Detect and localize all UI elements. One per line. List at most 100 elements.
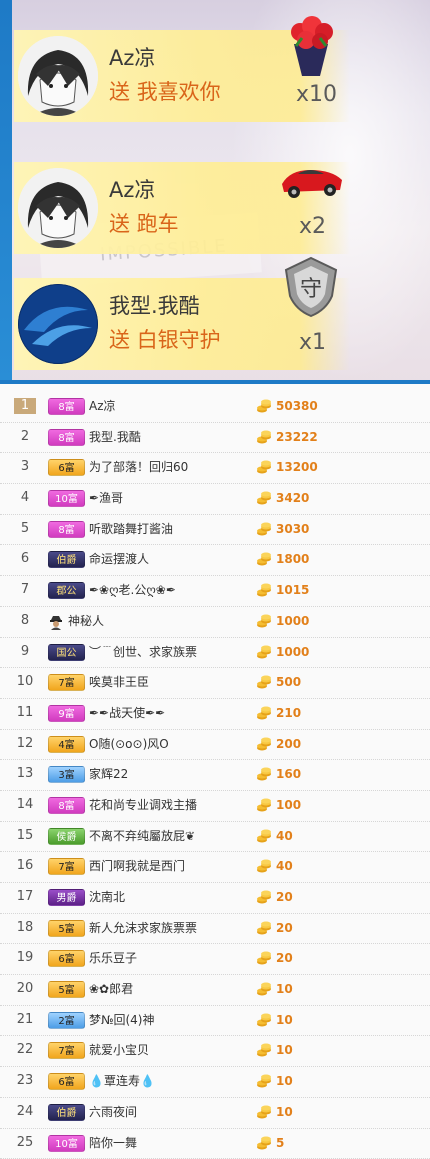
table-row[interactable]: 119富✒✒战天使✒✒210	[0, 699, 430, 730]
wealth-level-badge: 4富	[48, 736, 85, 753]
user-name[interactable]: 命运摆渡人	[89, 551, 149, 568]
user-name[interactable]: 唉莫非王臣	[89, 674, 149, 691]
user-name[interactable]: ✒❀ღ老.公ღ❀✒	[89, 582, 176, 599]
coin-stack-icon	[256, 889, 272, 905]
table-row[interactable]: 236富💧覃连寿💧10	[0, 1067, 430, 1098]
table-row[interactable]: 133富家辉22160	[0, 760, 430, 791]
table-row[interactable]: 410富✒渔哥3420	[0, 484, 430, 515]
user-name[interactable]: ❀✿郎君	[89, 981, 133, 998]
table-row[interactable]: 15侯爵不离不弃纯屬放屁❦40	[0, 822, 430, 853]
wealth-level-badge: 5富	[48, 920, 85, 937]
coin-stack-icon	[256, 950, 272, 966]
ranking-list: 18富Az凉5038028富我型.我酷2322236富为了部落！回归601320…	[0, 392, 430, 1159]
table-row[interactable]: 24伯爵六雨夜间10	[0, 1098, 430, 1129]
contribution-score: 20	[276, 950, 293, 967]
contribution-score: 10	[276, 1073, 293, 1090]
user-name[interactable]: ✒渔哥	[89, 490, 123, 507]
table-row[interactable]: 107富唉莫非王臣500	[0, 668, 430, 699]
table-row[interactable]: 185富新人允沫求家族票票20	[0, 914, 430, 945]
table-row[interactable]: 148富花和尚专业调戏主播100	[0, 791, 430, 822]
anime-avatar[interactable]	[18, 168, 98, 248]
table-row[interactable]: 17男爵沈南北20	[0, 883, 430, 914]
rank-number: 9	[14, 644, 36, 660]
table-row[interactable]: 28富我型.我酷23222	[0, 423, 430, 454]
user-name[interactable]: 家辉22	[89, 766, 128, 783]
user-name[interactable]: 💧覃连寿💧	[89, 1073, 155, 1090]
contribution-score: 3420	[276, 490, 309, 507]
coin-stack-icon	[256, 736, 272, 752]
table-row[interactable]: 58富听歌踏舞打酱油3030	[0, 515, 430, 546]
gift-description: 送 跑车	[109, 208, 179, 238]
wealth-level-badge: 7富	[48, 1042, 85, 1059]
contribution-score: 1800	[276, 551, 309, 568]
user-name[interactable]: 梦№回(4)神	[89, 1012, 154, 1029]
user-name[interactable]: 乐乐豆子	[89, 950, 137, 967]
coin-stack-icon	[256, 1012, 272, 1028]
table-row[interactable]: 7郡公✒❀ღ老.公ღ❀✒1015	[0, 576, 430, 607]
table-row[interactable]: 167富西门啊我就是西门40	[0, 852, 430, 883]
rank-number: 20	[14, 981, 36, 997]
coin-stack-icon	[256, 490, 272, 506]
user-name[interactable]: 神秘人	[68, 613, 104, 630]
user-name[interactable]: 就爱小宝贝	[89, 1042, 149, 1059]
table-row[interactable]: 212富梦№回(4)神10	[0, 1006, 430, 1037]
coin-stack-icon	[256, 1104, 272, 1120]
wealth-level-badge: 8富	[48, 398, 85, 415]
mystery-person-icon	[48, 613, 64, 630]
blue-swirl-avatar[interactable]	[18, 284, 98, 364]
coin-stack-icon	[256, 797, 272, 813]
table-row[interactable]: 6伯爵命运摆渡人1800	[0, 545, 430, 576]
table-row[interactable]: 196富乐乐豆子20	[0, 944, 430, 975]
table-row[interactable]: 2510富陪你一舞5	[0, 1129, 430, 1159]
sender-name[interactable]: Az凉	[109, 42, 155, 72]
table-row[interactable]: 205富❀✿郎君10	[0, 975, 430, 1006]
contribution-score: 13200	[276, 459, 318, 476]
user-name[interactable]: 花和尚专业调戏主播	[89, 797, 197, 814]
svg-text:守: 守	[300, 277, 322, 302]
wealth-level-badge: 3富	[48, 766, 85, 783]
table-row[interactable]: 36富为了部落！回归6013200	[0, 453, 430, 484]
user-name[interactable]: ︶﹉创世、求家族票	[89, 644, 197, 661]
sender-name[interactable]: Az凉	[109, 174, 155, 204]
rank-number: 5	[14, 521, 36, 537]
user-name[interactable]: 西门啊我就是西门	[89, 858, 185, 875]
contribution-score: 23222	[276, 429, 318, 446]
gift-count: x10	[296, 82, 337, 107]
gift-count: x2	[299, 214, 326, 239]
user-name[interactable]: 陪你一舞	[89, 1135, 137, 1152]
gift-banner: 我型.我酷 送 白银守护 守 x1	[14, 278, 350, 370]
rank-number: 21	[14, 1012, 36, 1028]
coin-stack-icon	[256, 981, 272, 997]
table-row[interactable]: 227富就爱小宝贝10	[0, 1036, 430, 1067]
coin-stack-icon	[256, 828, 272, 844]
wealth-level-badge: 8富	[48, 521, 85, 538]
rank-number: 15	[14, 828, 36, 844]
table-row[interactable]: 9国公︶﹉创世、求家族票1000	[0, 638, 430, 669]
wealth-level-badge: 6富	[48, 1073, 85, 1090]
contribution-score: 40	[276, 858, 293, 875]
coin-stack-icon	[256, 398, 272, 414]
user-name[interactable]: 不离不弃纯屬放屁❦	[89, 828, 195, 845]
user-name[interactable]: 新人允沫求家族票票	[89, 920, 197, 937]
user-name[interactable]: 为了部落！回归60	[89, 459, 188, 476]
gift-name: 白银守护	[137, 328, 221, 352]
table-row[interactable]: 8神秘人1000	[0, 607, 430, 638]
user-name[interactable]: Az凉	[89, 398, 116, 415]
coin-stack-icon	[256, 766, 272, 782]
user-name[interactable]: 听歌踏舞打酱油	[89, 521, 173, 538]
user-name[interactable]: 沈南北	[89, 889, 125, 906]
user-name[interactable]: ✒✒战天使✒✒	[89, 705, 165, 722]
user-name[interactable]: O随(⊙o⊙)风O	[89, 736, 169, 753]
table-row[interactable]: 124富O随(⊙o⊙)风O200	[0, 730, 430, 761]
anime-avatar[interactable]	[18, 36, 98, 116]
contribution-score: 40	[276, 828, 293, 845]
table-row[interactable]: 18富Az凉50380	[0, 392, 430, 423]
user-name[interactable]: 六雨夜间	[89, 1104, 137, 1121]
contribution-score: 5	[276, 1135, 284, 1152]
user-name[interactable]: 我型.我酷	[89, 429, 141, 446]
left-accent-stripe	[0, 0, 12, 384]
rank-number: 8	[14, 613, 36, 629]
sender-name[interactable]: 我型.我酷	[109, 290, 200, 320]
coin-stack-icon	[256, 858, 272, 874]
silver-guard-shield-icon: 守	[276, 252, 346, 322]
